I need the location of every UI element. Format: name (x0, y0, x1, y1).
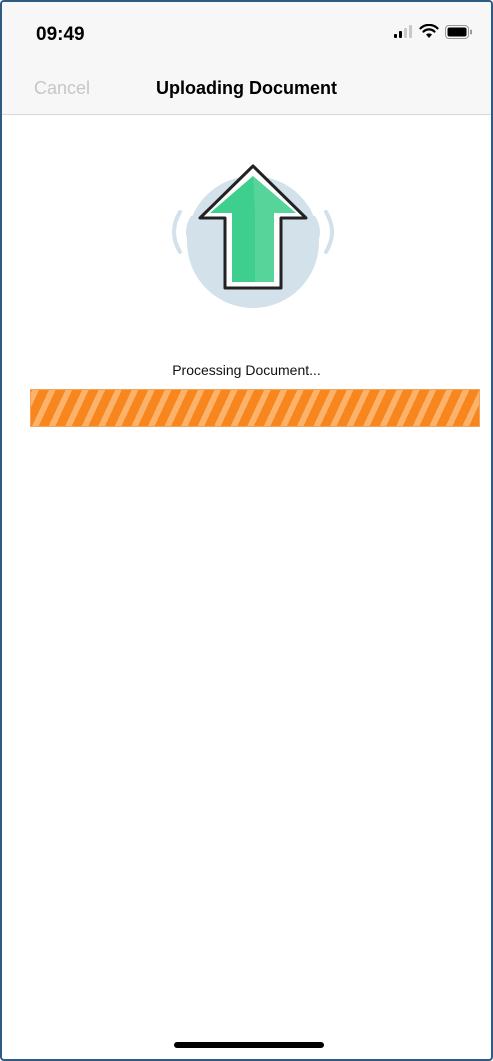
upload-arrow-icon (172, 164, 334, 308)
processing-status-text: Processing Document... (172, 362, 321, 378)
signal-icon (394, 24, 412, 38)
home-indicator[interactable] (174, 1042, 324, 1048)
status-icons (393, 24, 473, 39)
wifi-icon (419, 24, 439, 38)
upload-progress-bar (30, 389, 480, 427)
status-bar: 09:49 (2, 2, 491, 70)
page-title: Uploading Document (156, 78, 337, 98)
navigation-bar: Cancel Uploading Document (2, 70, 491, 115)
status-time: 09:49 (36, 24, 85, 45)
phone-screen: 09:49 Cancel Uploading Document Processi… (0, 0, 493, 1061)
battery-icon (445, 24, 472, 39)
upload-progress-fill (31, 390, 479, 426)
